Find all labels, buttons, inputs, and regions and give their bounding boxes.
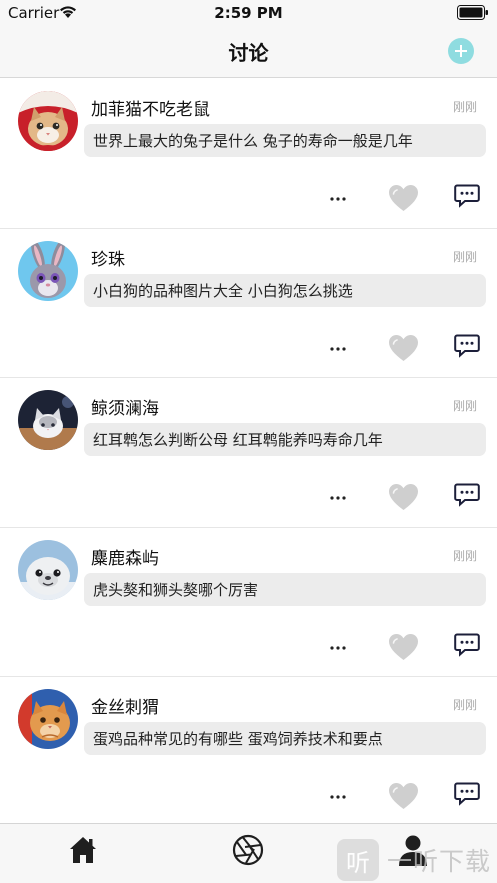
avatar[interactable] (18, 91, 78, 151)
post-item[interactable]: 金丝刺猬 刚刚 蛋鸡品种常见的有哪些 蛋鸡饲养技术和要点 (0, 677, 497, 823)
status-time: 2:59 PM (214, 4, 283, 22)
kitten-avatar-image (18, 390, 78, 450)
discussion-feed[interactable]: 加菲猫不吃老鼠 刚刚 世界上最大的兔子是什么 兔子的寿命一般是几年 珍珠 刚刚 … (0, 79, 497, 823)
cat-avatar-image (18, 91, 78, 151)
post-content[interactable]: 小白狗的品种图片大全 小白狗怎么挑选 (84, 273, 486, 307)
post-username[interactable]: 鲸须澜海 (91, 394, 159, 419)
comment-icon[interactable] (454, 633, 480, 657)
post-content[interactable]: 红耳鹎怎么判断公母 红耳鹎能养吗寿命几年 (84, 423, 486, 456)
plus-icon (455, 45, 467, 57)
post-time: 刚刚 (452, 399, 477, 413)
seal-avatar-image (18, 539, 78, 600)
post-content[interactable]: 蛋鸡品种常见的有哪些 蛋鸡饲养技术和要点 (84, 722, 486, 755)
watermark-logo: 听 (337, 839, 379, 881)
more-options-icon[interactable] (329, 645, 347, 651)
heart-icon[interactable] (388, 334, 419, 362)
more-options-icon[interactable] (329, 794, 347, 800)
status-bar: Carrier 2:59 PM (0, 0, 497, 26)
page-title: 讨论 (228, 41, 269, 65)
post-username[interactable]: 麋鹿森屿 (91, 544, 159, 569)
post-item[interactable]: 加菲猫不吃老鼠 刚刚 世界上最大的兔子是什么 兔子的寿命一般是几年 (0, 79, 497, 229)
add-post-button[interactable] (448, 38, 474, 64)
comment-icon[interactable] (454, 782, 480, 806)
battery-icon (457, 5, 488, 20)
home-icon[interactable] (66, 833, 100, 867)
watermark-text: 一听下载 (387, 847, 492, 876)
heart-icon[interactable] (388, 782, 419, 810)
comment-icon[interactable] (454, 483, 480, 507)
post-item[interactable]: 鲸须澜海 刚刚 红耳鹎怎么判断公母 红耳鹎能养吗寿命几年 (0, 378, 497, 528)
avatar[interactable] (18, 240, 78, 301)
post-username[interactable]: 加菲猫不吃老鼠 (91, 95, 210, 120)
comment-icon[interactable] (454, 334, 480, 358)
post-time: 刚刚 (452, 249, 477, 264)
post-username[interactable]: 珍珠 (91, 245, 125, 270)
avatar[interactable] (18, 390, 78, 450)
post-time: 刚刚 (452, 548, 477, 563)
more-options-icon[interactable] (329, 346, 347, 352)
post-item[interactable]: 麋鹿森屿 刚刚 虎头獒和狮头獒哪个厉害 (0, 527, 497, 677)
post-content[interactable]: 世界上最大的兔子是什么 兔子的寿命一般是几年 (84, 124, 486, 157)
post-username[interactable]: 金丝刺猬 (91, 693, 159, 718)
heart-icon[interactable] (388, 184, 419, 212)
post-time: 刚刚 (452, 100, 477, 114)
navigation-bar: 讨论 (0, 26, 497, 78)
avatar[interactable] (18, 689, 78, 749)
heart-icon[interactable] (388, 633, 419, 661)
more-options-icon[interactable] (329, 495, 347, 501)
avatar[interactable] (18, 539, 78, 600)
aperture-icon[interactable] (231, 833, 265, 867)
heart-icon[interactable] (388, 483, 419, 511)
more-options-icon[interactable] (329, 196, 347, 202)
post-time: 刚刚 (452, 698, 477, 712)
orange-cat-avatar-image (18, 689, 78, 749)
comment-icon[interactable] (454, 184, 480, 208)
post-item[interactable]: 珍珠 刚刚 小白狗的品种图片大全 小白狗怎么挑选 (0, 228, 497, 378)
post-content[interactable]: 虎头獒和狮头獒哪个厉害 (84, 572, 486, 606)
bunny-avatar-image (18, 240, 78, 301)
watermark: 听 一听下载 (337, 837, 497, 883)
